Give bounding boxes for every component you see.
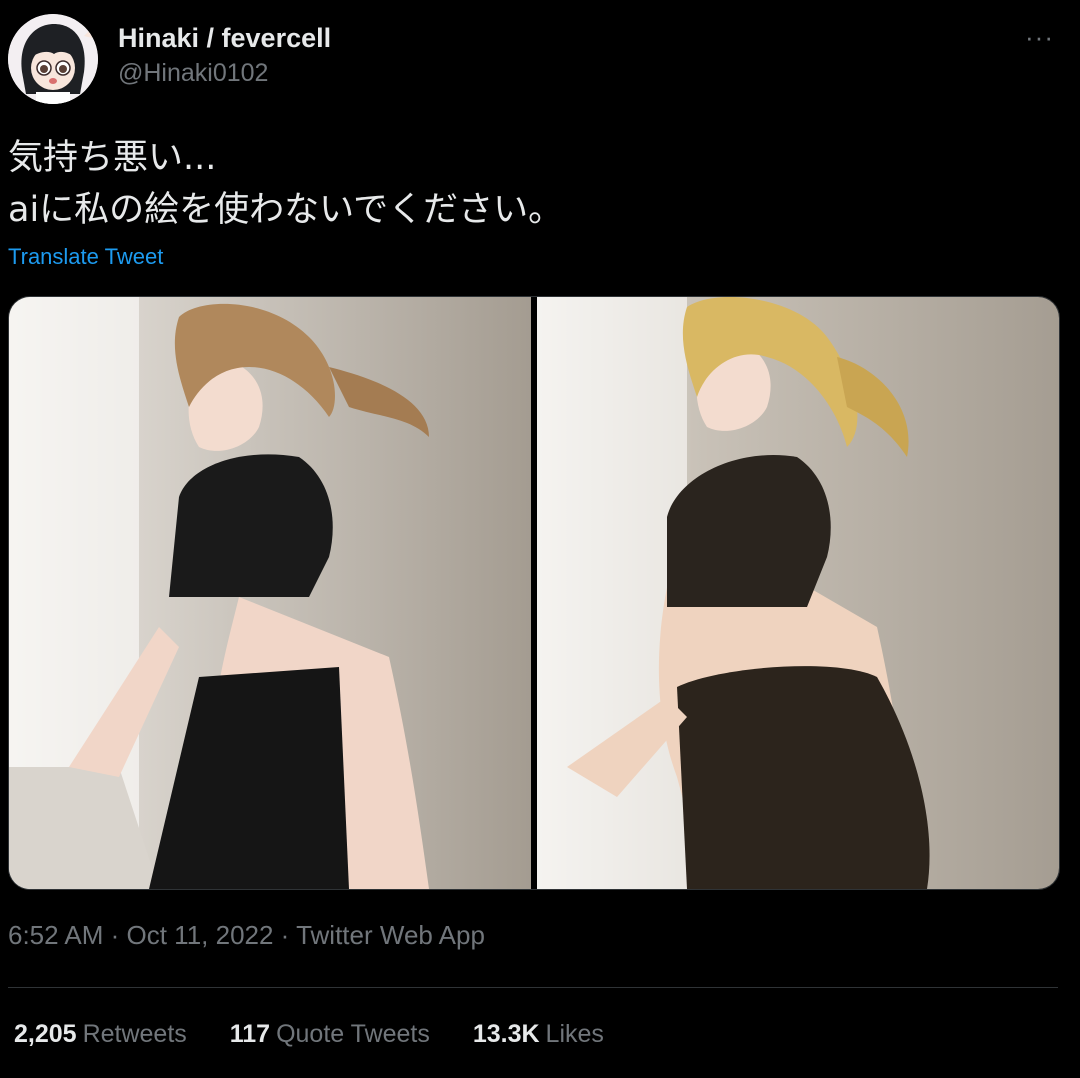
author-block: Hinaki / fevercell @Hinaki0102: [118, 22, 331, 92]
quote-tweets-label: Quote Tweets: [276, 1020, 430, 1048]
likes-count: 13.3K: [472, 1020, 540, 1048]
author-display-name[interactable]: Hinaki / fevercell: [118, 22, 331, 54]
more-horizontal-icon[interactable]: ···: [1025, 22, 1054, 53]
tweet-stats: 2,205 Retweets 117 Quote Tweets 13.3K Likes: [14, 1020, 640, 1049]
likes-stat[interactable]: 13.3K Likes: [473, 1020, 604, 1049]
photo-2-illustration: [537, 297, 1059, 889]
avatar-illustration: [8, 14, 98, 104]
tweet-text-line-2: aiに私の絵を使わないでください。: [8, 190, 564, 230]
retweets-count: 2,205: [14, 1020, 77, 1048]
tweet-text-line-1: 気持ち悪い...: [8, 138, 217, 178]
tweet-meta[interactable]: 6:52 AM · Oct 11, 2022 · Twitter Web App: [8, 920, 485, 951]
tweet-media: [8, 296, 1060, 890]
tweet: Hinaki / fevercell @Hinaki0102 ··· 気持ち悪い…: [0, 0, 1080, 1078]
avatar[interactable]: [8, 14, 98, 104]
author-handle[interactable]: @Hinaki0102: [118, 54, 331, 92]
divider: [8, 987, 1058, 988]
tweet-header: Hinaki / fevercell @Hinaki0102 ···: [8, 14, 1072, 104]
retweets-label: Retweets: [82, 1020, 187, 1048]
translate-tweet-link[interactable]: Translate Tweet: [8, 244, 163, 270]
tweet-photo-2[interactable]: [537, 297, 1059, 889]
quote-tweets-stat[interactable]: 117 Quote Tweets: [230, 1020, 430, 1049]
likes-label: Likes: [545, 1020, 604, 1048]
photo-1-illustration: [9, 297, 531, 889]
retweets-stat[interactable]: 2,205 Retweets: [14, 1020, 187, 1049]
tweet-text: 気持ち悪い... aiに私の絵を使わないでください。: [8, 132, 1068, 236]
quote-tweets-count: 117: [229, 1020, 271, 1048]
tweet-photo-1[interactable]: [9, 297, 531, 889]
